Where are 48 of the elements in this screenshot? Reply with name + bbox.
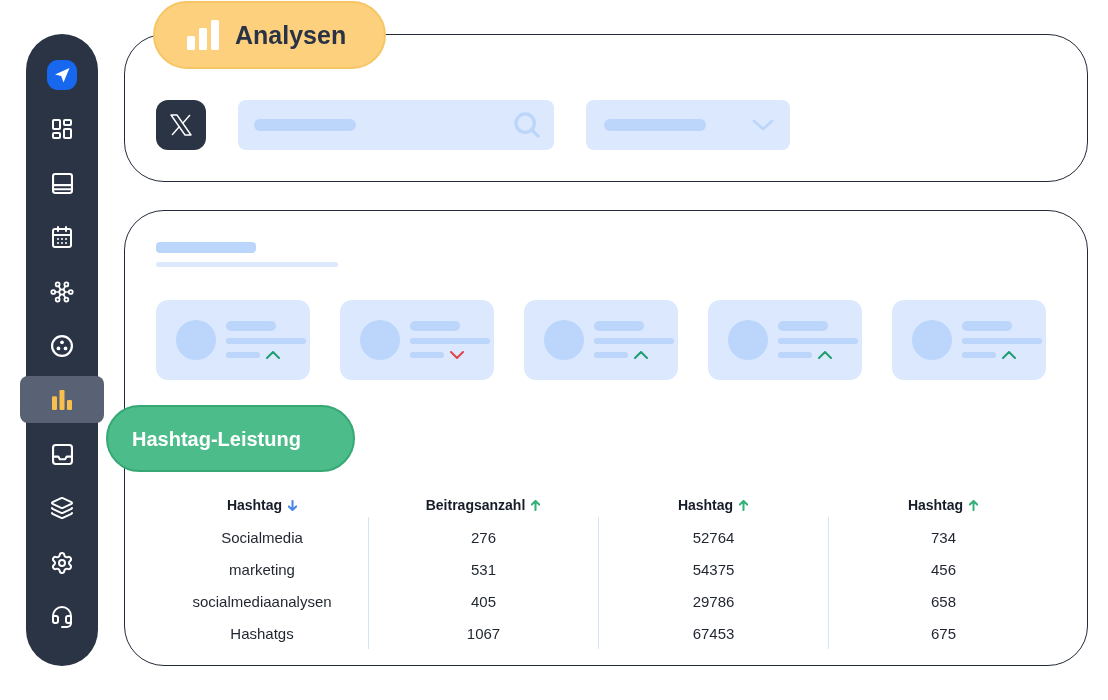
table-cell: 658 — [931, 593, 956, 609]
search-field[interactable] — [238, 100, 554, 150]
placeholder-bar — [226, 321, 276, 331]
table-cell: 531 — [471, 561, 496, 577]
bar-chart-icon — [52, 389, 72, 410]
table-cell: 67453 — [692, 625, 735, 641]
table-cell: Socialmedia — [221, 529, 303, 545]
table-cell: marketing — [229, 561, 295, 577]
placeholder-bar — [226, 352, 260, 358]
settings-icon — [50, 550, 74, 575]
inbox-icon — [51, 443, 73, 465]
dashboard-icon — [50, 117, 74, 141]
table-cell: 54375 — [692, 561, 735, 577]
calendar-icon — [50, 225, 74, 250]
placeholder-bar — [962, 321, 1012, 331]
bar-chart-icon — [187, 20, 219, 50]
column-header[interactable]: Beitragsanzahl — [425, 498, 541, 512]
placeholder-bar — [778, 321, 828, 331]
placeholder-bar — [594, 321, 644, 331]
layers-icon — [50, 496, 74, 521]
placeholder-bar — [778, 352, 812, 358]
column-header[interactable]: Hashtag — [907, 498, 979, 512]
table-cell: 734 — [931, 529, 956, 545]
table-cell: socialmediaanalysen — [192, 593, 332, 609]
table-cell: 52764 — [692, 529, 735, 545]
chevron-down-icon — [752, 119, 774, 131]
table-cell: Hashatgs — [230, 625, 294, 641]
placeholder-bar — [962, 352, 996, 358]
placeholder-bar — [410, 352, 444, 358]
circle-dots-icon — [51, 334, 73, 357]
page-title: Analysen — [235, 22, 347, 48]
headset-icon — [50, 604, 74, 629]
table-cell: 29786 — [692, 593, 735, 609]
column-header[interactable]: Hashtag — [677, 498, 749, 512]
table-cell: 276 — [471, 529, 496, 545]
placeholder-bar — [410, 321, 460, 331]
column-header[interactable]: Hashtag — [226, 498, 298, 512]
x-logo-icon — [156, 100, 206, 150]
network-icon — [50, 279, 74, 304]
search-icon — [514, 112, 540, 138]
table-cell: 675 — [931, 625, 956, 641]
table-cell: 456 — [931, 561, 956, 577]
table-cell: 1067 — [466, 625, 501, 641]
table-cell: 405 — [471, 593, 496, 609]
paper-plane-logo-icon — [47, 60, 77, 90]
layout-icon — [51, 172, 73, 194]
placeholder-bar — [594, 352, 628, 358]
section-title: Hashtag-Leistung — [106, 405, 355, 472]
